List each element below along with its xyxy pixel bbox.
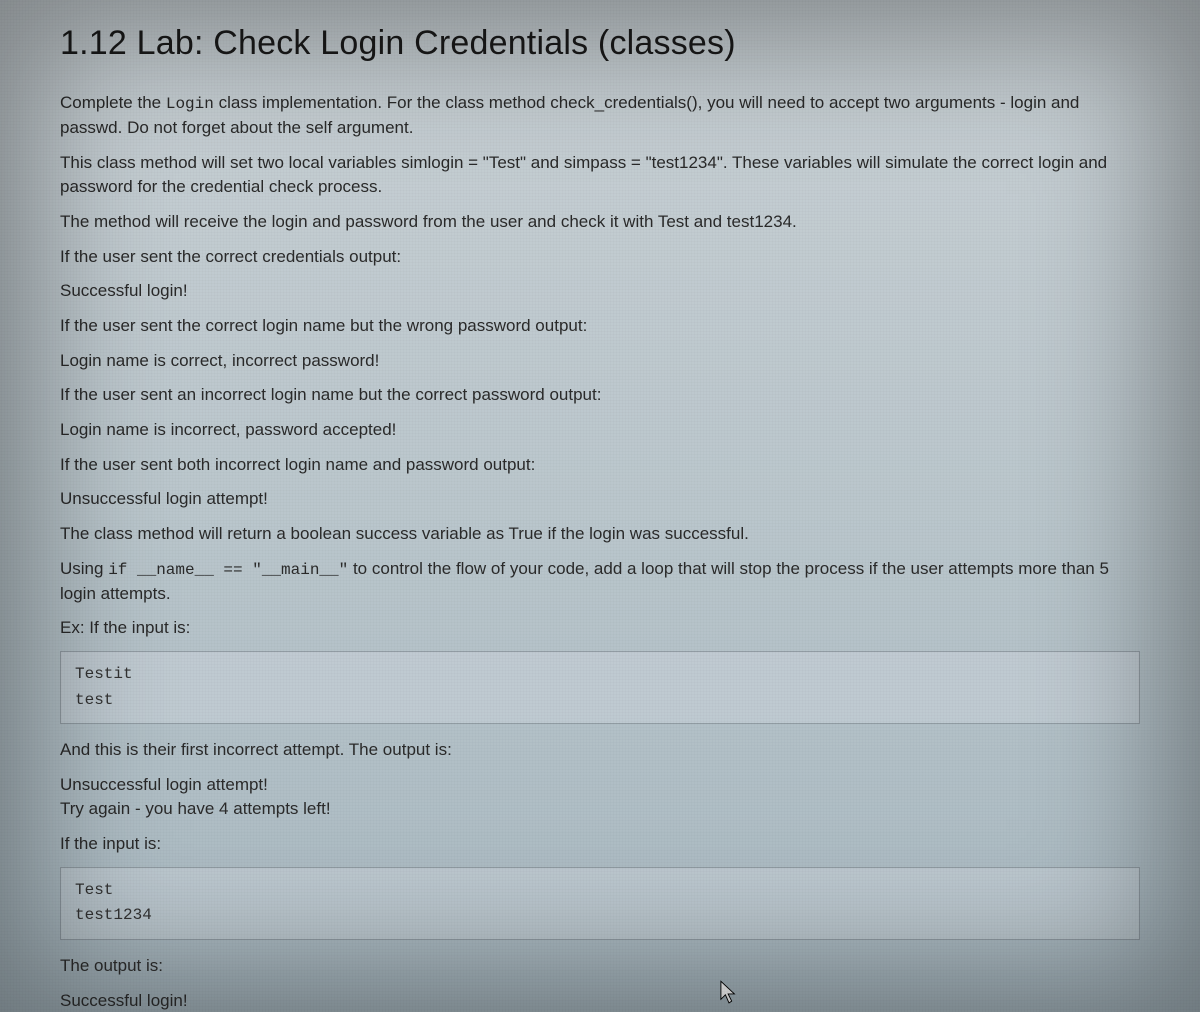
paragraph-intro: Complete the Login class implementation.…: [60, 91, 1140, 141]
paragraph-return: The class method will return a boolean s…: [60, 522, 1140, 547]
paragraph-input-label-2: If the input is:: [60, 832, 1140, 857]
paragraph-case4-prompt: If the user sent both incorrect login na…: [60, 453, 1140, 478]
text: Complete the: [60, 93, 166, 112]
text: Using: [60, 559, 108, 578]
code-block-input-2: Test test1234: [60, 867, 1140, 940]
paragraph-mainguard: Using if __name__ == "__main__" to contr…: [60, 557, 1140, 607]
paragraph-case1-output: Successful login!: [60, 279, 1140, 304]
paragraph-simvars: This class method will set two local var…: [60, 151, 1140, 200]
paragraph-first-attempt: And this is their first incorrect attemp…: [60, 738, 1140, 763]
paragraph-output-1: Unsuccessful login attempt! Try again - …: [60, 773, 1140, 822]
paragraph-case2-output: Login name is correct, incorrect passwor…: [60, 349, 1140, 374]
paragraph-case1-prompt: If the user sent the correct credentials…: [60, 245, 1140, 270]
paragraph-case2-prompt: If the user sent the correct login name …: [60, 314, 1140, 339]
paragraph-receive: The method will receive the login and pa…: [60, 210, 1140, 235]
paragraph-output-label-2: The output is:: [60, 954, 1140, 979]
text: class implementation. For the class meth…: [60, 93, 1079, 137]
paragraph-ex-input-label: Ex: If the input is:: [60, 616, 1140, 641]
paragraph-case4-output: Unsuccessful login attempt!: [60, 487, 1140, 512]
document-page: 1.12 Lab: Check Login Credentials (class…: [0, 0, 1200, 1012]
inline-code-mainguard: if __name__ == "__main__": [108, 561, 348, 579]
paragraph-output-2: Successful login!: [60, 989, 1140, 1012]
inline-code-login: Login: [166, 95, 214, 113]
paragraph-case3-output: Login name is incorrect, password accept…: [60, 418, 1140, 443]
paragraph-case3-prompt: If the user sent an incorrect login name…: [60, 383, 1140, 408]
code-block-input-1: Testit test: [60, 651, 1140, 724]
page-title: 1.12 Lab: Check Login Credentials (class…: [60, 24, 1140, 63]
